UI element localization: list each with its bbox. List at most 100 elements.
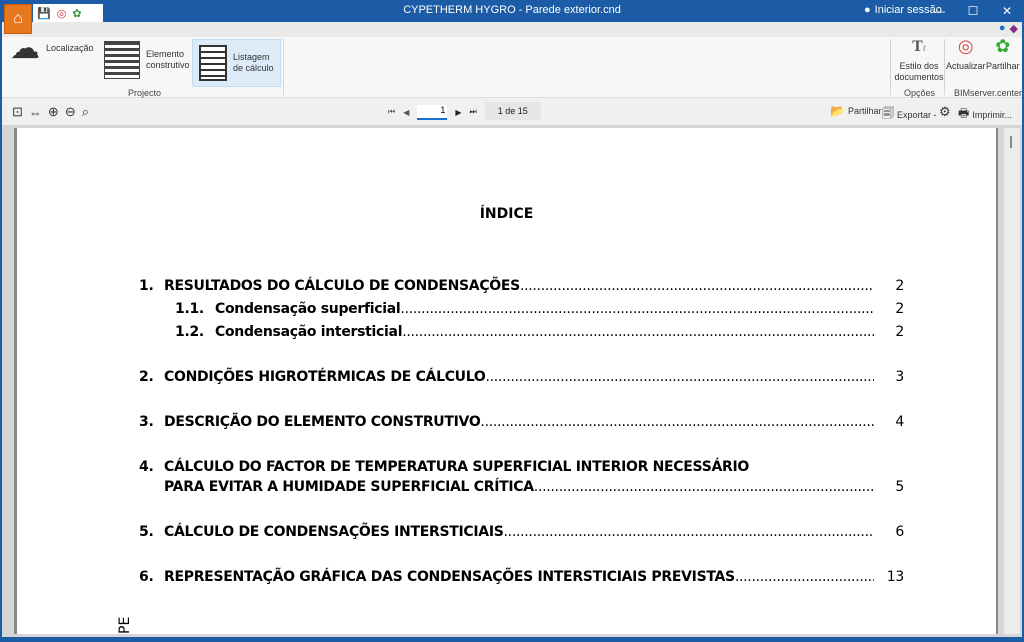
page-input[interactable]: 1 [417,104,448,120]
toc-text: Condensação superficial [215,301,401,317]
toc-page: 2 [895,301,904,317]
title-bar: 💾 ◎ ✿ ▼ CYPETHERM HYGRO - Parede exterio… [0,0,1024,22]
actualizar-button[interactable]: ◎ Actualizar [946,36,986,72]
printer-icon: 🖶 [958,106,970,120]
document-viewer: ÍNDICE 1. RESULTADOS DO CÁLCULO DE CONDEN… [2,125,1022,637]
toc-leader: ........................................… [400,301,874,317]
partilhar-button[interactable]: 📂 Partilhar [830,104,881,118]
minimize-button[interactable]: — [922,0,956,22]
toc-entry[interactable]: 1.2. Condensação intersticial............… [139,324,904,342]
document-page: ÍNDICE 1. RESULTADOS DO CÁLCULO DE CONDEN… [14,128,998,634]
zoom-in-icon[interactable]: ⊕ [48,104,59,120]
weather-icon: ☁ [10,32,40,65]
zoom-custom-icon[interactable]: ⌕ [82,104,89,120]
first-page-button[interactable]: ⏮ [388,107,395,117]
toc-entry[interactable]: 1. RESULTADOS DO CÁLCULO DE CONDENSAÇÕES.… [139,278,904,296]
toc-page: 2 [895,278,904,294]
toc-text: DESCRIÇÃO DO ELEMENTO CONSTRUTIVO [164,414,481,430]
close-button[interactable]: ✕ [990,0,1024,22]
group-bim-label: BIMserver.center [954,88,1023,98]
house-icon: ⌂ [13,10,23,27]
settings-icon[interactable]: ⚙ [939,104,951,120]
help-book-icon[interactable]: ◆ [1010,22,1018,35]
fit-page-icon[interactable]: ⊡ [12,104,23,120]
toc-number: 1. [139,278,154,294]
document-toolbar: ⊡ ⇔ ⊕ ⊖ ⌕ ⏮ ◀ 1 ▶ ⏭ 1 de 15 📂 Partilhar 🗐… [2,98,1022,125]
share-icon: ✿ [995,36,1011,56]
toc-entry[interactable]: 6. REPRESENTAÇÃO GRÁFICA DAS CONDENSAÇÕES… [139,569,904,587]
elemento-label-1: Elemento [146,49,185,59]
toc-leader: ........................................… [533,479,874,495]
zoom-out-icon[interactable]: ⊖ [65,104,76,120]
toc-leader: ........................................… [402,324,874,340]
toc-entry[interactable]: 1.1. Condensação superficial.............… [139,301,904,319]
vertical-scrollbar[interactable] [1004,128,1020,634]
toc-entry[interactable]: 2. CONDIÇÕES HIGROTÉRMICAS DE CÁLCULO....… [139,369,904,387]
estilo-documentos-button[interactable]: Tt Estilo dos documentos [894,38,944,83]
toc-page: 5 [895,479,904,495]
fit-width-icon[interactable]: ⇔ [29,105,42,120]
estilo-label-2: documentos [894,72,944,82]
imprimir-label: Imprimir... [972,109,1012,120]
toc-text: RESULTADOS DO CÁLCULO DE CONDENSAÇÕES [164,278,520,294]
elemento-label-2: construtivo [146,60,190,70]
toc-number: 4. [139,459,154,475]
document-icon [199,45,227,81]
user-icon: ● [864,4,871,16]
actualizar-label: Actualizar [946,61,986,71]
toc-text: CÁLCULO DO FACTOR DE TEMPERATURA SUPERFI… [164,459,750,475]
localizacao-button[interactable]: ☁ Localização [10,32,94,65]
next-page-button[interactable]: ▶ [455,108,461,117]
toc-text: CONDIÇÕES HIGROTÉRMICAS DE CÁLCULO [164,369,486,385]
toc-page: 13 [886,569,905,585]
toc-entry[interactable]: 5. CÁLCULO DE CONDENSAÇÕES INTERSTICIAIS.… [139,524,904,542]
listagem-label-2: de cálculo [233,63,274,73]
table-of-contents: 1. RESULTADOS DO CÁLCULO DE CONDENSAÇÕES.… [17,128,996,634]
toc-entry-line1[interactable]: 4. CÁLCULO DO FACTOR DE TEMPERATURA SUPER… [139,459,904,477]
toc-number: 6. [139,569,154,585]
toc-entry[interactable]: 3. DESCRIÇÃO DO ELEMENTO CONSTRUTIVO.....… [139,414,904,432]
prev-page-button[interactable]: ◀ [403,108,409,117]
maximize-button[interactable]: ☐ [956,0,990,22]
app-menu-button[interactable]: ⌂ [4,4,32,34]
exportar-button[interactable]: 🗐 Exportar - [882,104,937,125]
ribbon-tab-row: ● ◆ [2,22,1022,37]
exportar-label: Exportar - [897,109,937,120]
refresh-icon: ◎ [957,36,974,56]
toc-leader: ........................................… [480,414,874,430]
toc-number: 1.1. [175,301,204,317]
listagem-label-1: Listagem [233,52,270,62]
toc-text: REPRESENTAÇÃO GRÁFICA DAS CONDENSAÇÕES I… [164,569,735,585]
scroll-thumb[interactable] [1010,136,1012,148]
toc-text: CÁLCULO DE CONDENSAÇÕES INTERSTICIAIS [164,524,504,540]
toc-page: 3 [895,369,904,385]
partilhar-ribbon-label: Partilhar [986,61,1020,71]
toc-text: Condensação intersticial [215,324,403,340]
imprimir-button[interactable]: 🖶 Imprimir... [958,104,1012,125]
wall-layers-icon [104,41,140,79]
toc-number: 1.2. [175,324,204,340]
globe-icon[interactable]: ● [999,22,1006,35]
partilhar-ribbon-button[interactable]: ✿ Partilhar [986,36,1020,72]
localizacao-label: Localização [46,43,94,53]
export-icon: 🗐 [882,106,894,120]
toc-number: 5. [139,524,154,540]
ribbon: ☁ Localização Elemento construtivo Listag… [2,32,1023,98]
text-style-icon: Tt [912,38,926,55]
listagem-calculo-button[interactable]: Listagem de cálculo [192,39,281,87]
toc-leader: ........................................… [734,569,874,585]
toc-leader: ........................................… [503,524,874,540]
toc-number: 3. [139,414,154,430]
toc-leader: ........................................… [519,278,874,294]
elemento-construtivo-button[interactable]: Elemento construtivo [104,41,190,79]
toc-entry[interactable]: PARA EVITAR A HUMIDADE SUPERFICIAL CRÍTI… [139,479,904,497]
toc-leader: ........................................… [485,369,874,385]
toc-page: 4 [895,414,904,430]
group-opcoes-label: Opções [904,88,936,98]
toc-page: 2 [895,324,904,340]
page-count: 1 de 15 [484,102,541,120]
last-page-button[interactable]: ⏭ [470,107,477,117]
toc-text: PARA EVITAR A HUMIDADE SUPERFICIAL CRÍTI… [164,479,534,495]
estilo-label-1: Estilo dos [899,61,939,71]
toc-number: 2. [139,369,154,385]
